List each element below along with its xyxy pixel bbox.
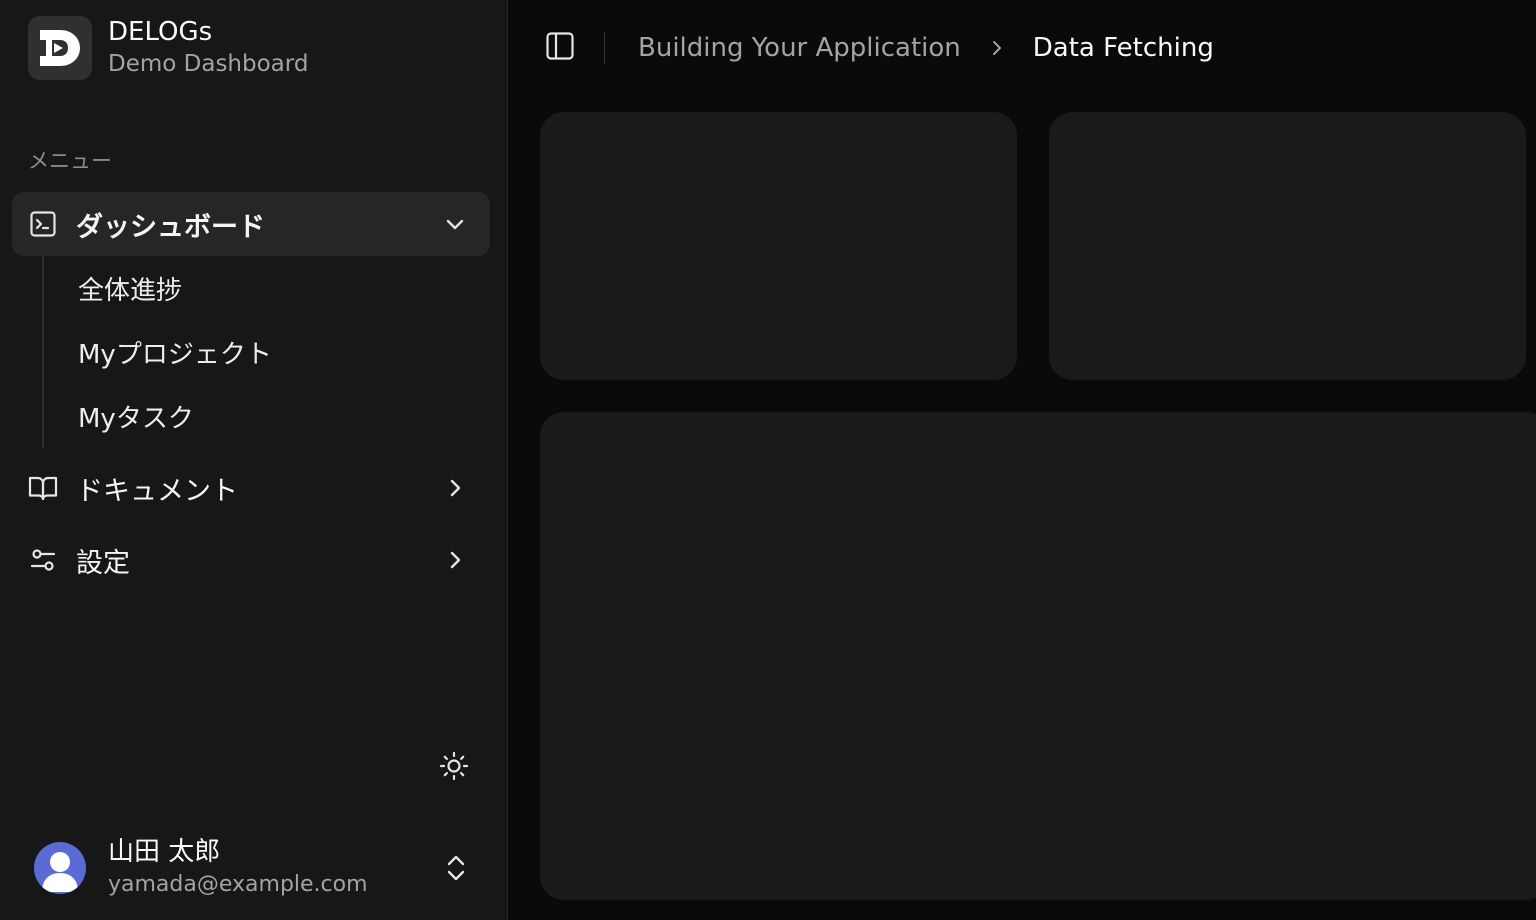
avatar xyxy=(34,842,86,894)
app-root: DELOGs Demo Dashboard メニュー ダッシュボード 全体進捗 … xyxy=(0,0,1536,920)
chevron-right-icon[interactable] xyxy=(440,545,470,575)
placeholder-card xyxy=(1049,112,1526,380)
user-email: yamada@example.com xyxy=(108,872,368,897)
topbar: Building Your Application Data Fetching xyxy=(508,0,1536,96)
sidebar-item-label: 設定 xyxy=(76,547,130,579)
sun-icon xyxy=(438,750,470,786)
sliders-icon xyxy=(28,545,58,575)
book-open-icon xyxy=(28,473,58,503)
chevron-down-icon[interactable] xyxy=(440,209,470,239)
sidebar-item-label: ドキュメント xyxy=(76,475,238,507)
brand-text: DELOGs Demo Dashboard xyxy=(108,16,308,80)
user-info: 山田 太郎 yamada@example.com xyxy=(108,835,368,901)
sidebar-item-documents[interactable]: ドキュメント xyxy=(12,456,490,520)
user-menu[interactable]: 山田 太郎 yamada@example.com xyxy=(20,830,490,906)
brand[interactable]: DELOGs Demo Dashboard xyxy=(28,16,308,80)
sidebar-item-label: ダッシュボード xyxy=(76,211,265,243)
placeholder-panel xyxy=(540,412,1536,900)
placeholder-card xyxy=(540,112,1017,380)
sidebar-subitem-my-tasks[interactable]: Myタスク xyxy=(66,388,466,444)
sidebar: DELOGs Demo Dashboard メニュー ダッシュボード 全体進捗 … xyxy=(0,0,508,920)
breadcrumb: Building Your Application Data Fetching xyxy=(638,30,1214,66)
sidebar-item-dashboard[interactable]: ダッシュボード xyxy=(12,192,490,256)
sidebar-item-settings[interactable]: 設定 xyxy=(12,528,490,592)
menu-section-label: メニュー xyxy=(28,149,112,173)
theme-toggle-button[interactable] xyxy=(436,750,472,786)
main-content: Building Your Application Data Fetching xyxy=(508,0,1536,920)
sidebar-subitem-overall-progress[interactable]: 全体進捗 xyxy=(66,260,466,316)
sidebar-subitem-my-projects[interactable]: Myプロジェクト xyxy=(66,324,466,380)
panel-left-icon xyxy=(545,31,575,65)
breadcrumb-current-page: Data Fetching xyxy=(1032,33,1214,63)
chevrons-up-down-icon[interactable] xyxy=(440,852,472,884)
breadcrumb-link-parent[interactable]: Building Your Application xyxy=(638,33,961,63)
terminal-square-icon xyxy=(28,209,58,239)
logo-icon xyxy=(28,16,92,80)
brand-name: DELOGs xyxy=(108,17,213,47)
user-name: 山田 太郎 xyxy=(108,837,221,867)
sidebar-toggle-button[interactable] xyxy=(544,30,576,66)
chevron-right-icon[interactable] xyxy=(440,473,470,503)
submenu-guide-line xyxy=(42,256,44,448)
chevron-right-icon xyxy=(987,38,1007,58)
brand-subtitle: Demo Dashboard xyxy=(108,51,309,77)
topbar-divider xyxy=(604,32,605,64)
